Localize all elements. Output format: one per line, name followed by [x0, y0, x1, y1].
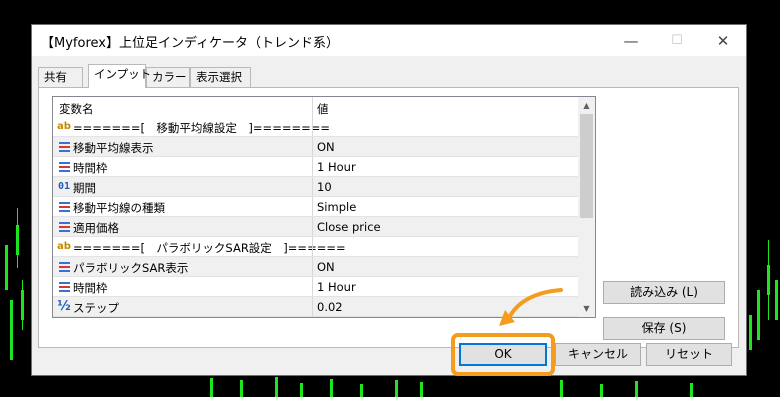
parameter-name: ステップ: [73, 301, 119, 315]
enum-icon: [57, 280, 71, 294]
parameter-name: 時間枠: [73, 281, 108, 295]
ab-icon: ab: [57, 121, 71, 132]
enum-icon: [57, 200, 71, 214]
close-button[interactable]: ✕: [700, 25, 746, 56]
parameter-value[interactable]: 1 Hour: [317, 160, 356, 174]
indicator-properties-dialog: 【Myforex】上位足インディケータ（トレンド系） — ☐ ✕ 共有 インプッ…: [31, 24, 747, 376]
reset-button[interactable]: リセット: [646, 343, 732, 366]
candle: [690, 383, 693, 397]
candle: [395, 380, 398, 397]
enum-icon: [57, 160, 71, 174]
parameter-value[interactable]: ON: [317, 140, 335, 154]
parameter-name: =======[ パラボリックSAR設定 ]======: [73, 241, 346, 255]
parameter-value[interactable]: 0.02: [317, 300, 343, 314]
pointer-arrow-icon: [499, 288, 563, 326]
candle: [757, 290, 760, 340]
parameter-value[interactable]: 10: [317, 180, 332, 194]
candle: [330, 379, 333, 397]
parameter-row[interactable]: 時間枠 1 Hour: [53, 157, 579, 177]
candle: [240, 380, 243, 397]
candle: [749, 315, 752, 350]
candle: [635, 381, 638, 397]
parameter-row[interactable]: ab =======[ パラボリックSAR設定 ]======: [53, 237, 579, 257]
maximize-button: ☐: [671, 33, 683, 48]
candle: [10, 300, 13, 360]
parameter-name: 移動平均線の種類: [73, 201, 165, 215]
parameter-value[interactable]: Close price: [317, 220, 381, 234]
parameter-value[interactable]: ON: [317, 260, 335, 274]
enum-icon: [57, 140, 71, 154]
half-icon: ½: [57, 299, 71, 314]
candle: [767, 265, 770, 295]
ab-icon: ab: [57, 241, 71, 252]
candle: [775, 280, 778, 320]
inputs-panel: 変数名 値 ab =======[ 移動平均線設定 ]======== 移動平均線表…: [38, 87, 739, 348]
enum-icon: [57, 260, 71, 274]
title-bar[interactable]: 【Myforex】上位足インディケータ（トレンド系） — ☐ ✕: [32, 25, 746, 56]
candle: [16, 225, 19, 255]
parameter-name: パラボリックSAR表示: [73, 261, 189, 275]
save-button[interactable]: 保存 (S): [603, 317, 725, 340]
grid-header: 変数名 値: [53, 97, 579, 117]
parameter-name: 移動平均線表示: [73, 141, 154, 155]
scrollbar-thumb[interactable]: [580, 114, 593, 218]
candle: [300, 383, 303, 397]
tab-colors[interactable]: カラー: [146, 67, 190, 87]
candle: [600, 384, 603, 397]
enum-icon: [57, 220, 71, 234]
parameter-value[interactable]: 1 Hour: [317, 280, 356, 294]
parameter-row[interactable]: 適用価格 Close price: [53, 217, 579, 237]
tab-visualization[interactable]: 表示選択: [190, 67, 251, 87]
tab-inputs[interactable]: インプット: [88, 64, 151, 88]
parameter-row[interactable]: 移動平均線表示 ON: [53, 137, 579, 157]
candle: [210, 378, 213, 397]
candle: [360, 384, 363, 397]
parameter-name: =======[ 移動平均線設定 ]========: [73, 121, 331, 135]
load-button[interactable]: 読み込み (L): [603, 281, 725, 304]
parameter-name: 時間枠: [73, 161, 108, 175]
parameter-row[interactable]: 01 期間 10: [53, 177, 579, 197]
tab-common[interactable]: 共有: [38, 67, 83, 87]
scroll-up-icon[interactable]: ▲: [578, 97, 595, 114]
parameter-row[interactable]: 移動平均線の種類 Simple: [53, 197, 579, 217]
parameter-row[interactable]: ab =======[ 移動平均線設定 ]========: [53, 117, 579, 137]
parameter-name: 期間: [73, 181, 96, 195]
candle: [5, 245, 8, 290]
int-icon: 01: [57, 181, 71, 192]
column-header-value[interactable]: 値: [317, 101, 329, 117]
column-header-name[interactable]: 変数名: [59, 101, 94, 117]
window-title: 【Myforex】上位足インディケータ（トレンド系）: [41, 36, 340, 51]
minimize-button[interactable]: —: [608, 25, 654, 56]
scroll-down-icon[interactable]: ▼: [578, 300, 595, 317]
candle: [21, 290, 24, 320]
parameter-row[interactable]: パラボリックSAR表示 ON: [53, 257, 579, 277]
candle: [420, 382, 423, 397]
candle: [275, 377, 278, 397]
ok-highlight-box: [451, 333, 555, 376]
parameter-name: 適用価格: [73, 221, 119, 235]
cancel-button[interactable]: キャンセル: [555, 343, 641, 366]
vertical-scrollbar[interactable]: ▲ ▼: [578, 97, 595, 317]
parameter-value[interactable]: Simple: [317, 200, 356, 214]
candle: [560, 380, 563, 397]
